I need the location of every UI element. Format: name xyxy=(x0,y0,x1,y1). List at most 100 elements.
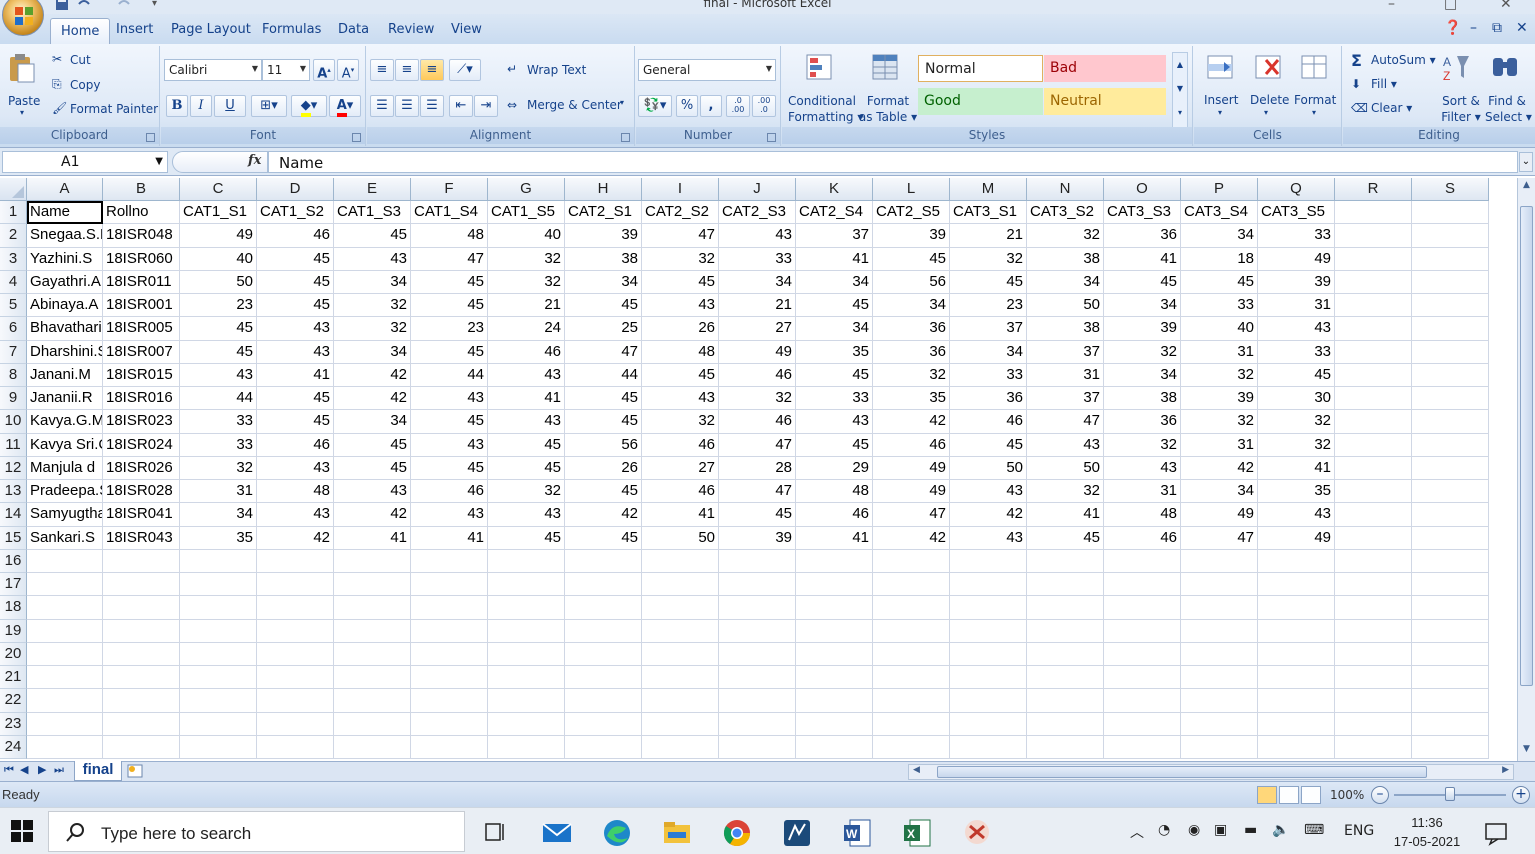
cell-q6[interactable]: 43 xyxy=(1258,317,1335,341)
cell-p22[interactable] xyxy=(1181,689,1258,713)
comma-button[interactable]: , xyxy=(700,95,722,117)
cell-k8[interactable]: 45 xyxy=(796,363,873,387)
word-icon[interactable]: W xyxy=(836,814,878,852)
cell-a20[interactable] xyxy=(27,642,103,666)
cell-e2[interactable]: 45 xyxy=(334,224,411,248)
cell-e6[interactable]: 32 xyxy=(334,317,411,341)
cell-a8[interactable]: Janani.M xyxy=(27,363,103,387)
column-header-j[interactable]: J xyxy=(719,178,796,201)
cell-e16[interactable] xyxy=(334,549,411,573)
cell-m15[interactable]: 43 xyxy=(950,526,1027,550)
zoom-in-icon[interactable]: + xyxy=(1512,786,1530,804)
cell-q17[interactable] xyxy=(1258,573,1335,597)
font-launcher-icon[interactable] xyxy=(352,133,361,142)
cell-o21[interactable] xyxy=(1104,666,1181,690)
cell-m19[interactable] xyxy=(950,619,1027,643)
cell-f21[interactable] xyxy=(411,666,488,690)
cell-i8[interactable]: 45 xyxy=(642,363,719,387)
row-header-20[interactable]: 20 xyxy=(0,642,27,666)
mail-icon[interactable] xyxy=(536,814,578,852)
cell-b9[interactable]: 18ISR016 xyxy=(103,387,180,411)
cell-p8[interactable]: 32 xyxy=(1181,363,1258,387)
sheet-tab-final[interactable]: final xyxy=(74,761,122,781)
cell-f9[interactable]: 43 xyxy=(411,387,488,411)
cell-g13[interactable]: 32 xyxy=(488,480,565,504)
cell-g17[interactable] xyxy=(488,573,565,597)
increase-indent-button[interactable]: ⇥ xyxy=(474,95,498,117)
cell-e19[interactable] xyxy=(334,619,411,643)
cell-e5[interactable]: 32 xyxy=(334,294,411,318)
cell-f3[interactable]: 47 xyxy=(411,247,488,271)
next-sheet-icon[interactable]: ▶ xyxy=(38,763,46,776)
cell-p16[interactable] xyxy=(1181,549,1258,573)
cell-q21[interactable] xyxy=(1258,666,1335,690)
font-size-combo[interactable]: 11 ▼ xyxy=(262,59,310,81)
cell-d24[interactable] xyxy=(257,735,334,759)
cell-c11[interactable]: 33 xyxy=(180,433,257,457)
cell-k16[interactable] xyxy=(796,549,873,573)
cell-m18[interactable] xyxy=(950,596,1027,620)
cell-b14[interactable]: 18ISR041 xyxy=(103,503,180,527)
cell-h2[interactable]: 39 xyxy=(565,224,642,248)
cell-k13[interactable]: 48 xyxy=(796,480,873,504)
cell-j1[interactable]: CAT2_S3 xyxy=(719,201,796,225)
cell-c20[interactable] xyxy=(180,642,257,666)
fill-button[interactable]: Fill ▾ xyxy=(1371,77,1397,91)
cell-k23[interactable] xyxy=(796,712,873,736)
format-cells-button[interactable]: Format xyxy=(1294,93,1336,107)
tab-page-layout[interactable]: Page Layout xyxy=(171,22,251,37)
cell-e17[interactable] xyxy=(334,573,411,597)
cell-n21[interactable] xyxy=(1027,666,1104,690)
cell-f15[interactable]: 41 xyxy=(411,526,488,550)
style-neutral[interactable]: Neutral xyxy=(1044,88,1166,115)
cell-h7[interactable]: 47 xyxy=(565,340,642,364)
cell-k11[interactable]: 45 xyxy=(796,433,873,457)
cell-j3[interactable]: 33 xyxy=(719,247,796,271)
cell-l3[interactable]: 45 xyxy=(873,247,950,271)
cell-c1[interactable]: CAT1_S1 xyxy=(180,201,257,225)
cell-k17[interactable] xyxy=(796,573,873,597)
cell-j10[interactable]: 46 xyxy=(719,410,796,434)
cell-d17[interactable] xyxy=(257,573,334,597)
cell-o9[interactable]: 38 xyxy=(1104,387,1181,411)
cell-m21[interactable] xyxy=(950,666,1027,690)
cell-h3[interactable]: 38 xyxy=(565,247,642,271)
cell-q5[interactable]: 31 xyxy=(1258,294,1335,318)
cell-f19[interactable] xyxy=(411,619,488,643)
cell-c9[interactable]: 44 xyxy=(180,387,257,411)
cell-m1[interactable]: CAT3_S1 xyxy=(950,201,1027,225)
row-header-17[interactable]: 17 xyxy=(0,573,27,597)
cell-d20[interactable] xyxy=(257,642,334,666)
cell-d21[interactable] xyxy=(257,666,334,690)
cell-c7[interactable]: 45 xyxy=(180,340,257,364)
cell-g10[interactable]: 43 xyxy=(488,410,565,434)
cell-m3[interactable]: 32 xyxy=(950,247,1027,271)
cell-r3[interactable] xyxy=(1335,247,1412,271)
chrome-icon[interactable] xyxy=(716,814,758,852)
column-header-m[interactable]: M xyxy=(950,178,1027,201)
cell-e1[interactable]: CAT1_S3 xyxy=(334,201,411,225)
cell-h16[interactable] xyxy=(565,549,642,573)
cell-a2[interactable]: Snegaa.S.R xyxy=(27,224,103,248)
cell-k2[interactable]: 37 xyxy=(796,224,873,248)
insert-dropdown-icon[interactable]: ▾ xyxy=(1218,108,1222,117)
cell-p11[interactable]: 31 xyxy=(1181,433,1258,457)
cell-s8[interactable] xyxy=(1412,363,1489,387)
row-header-19[interactable]: 19 xyxy=(0,619,27,643)
scroll-down-icon[interactable]: ▼ xyxy=(1520,744,1533,756)
cell-b5[interactable]: 18ISR001 xyxy=(103,294,180,318)
cell-m5[interactable]: 23 xyxy=(950,294,1027,318)
cell-l4[interactable]: 56 xyxy=(873,270,950,294)
cell-o17[interactable] xyxy=(1104,573,1181,597)
cell-f5[interactable]: 45 xyxy=(411,294,488,318)
cell-h9[interactable]: 45 xyxy=(565,387,642,411)
cell-k7[interactable]: 35 xyxy=(796,340,873,364)
cell-k22[interactable] xyxy=(796,689,873,713)
cell-g5[interactable]: 21 xyxy=(488,294,565,318)
cell-d9[interactable]: 45 xyxy=(257,387,334,411)
cell-j7[interactable]: 49 xyxy=(719,340,796,364)
cell-i19[interactable] xyxy=(642,619,719,643)
cell-e11[interactable]: 45 xyxy=(334,433,411,457)
show-hidden-icons-icon[interactable]: ︿ xyxy=(1130,822,1144,842)
format-as-table-button[interactable]: Format as Table ▾ xyxy=(858,93,918,125)
